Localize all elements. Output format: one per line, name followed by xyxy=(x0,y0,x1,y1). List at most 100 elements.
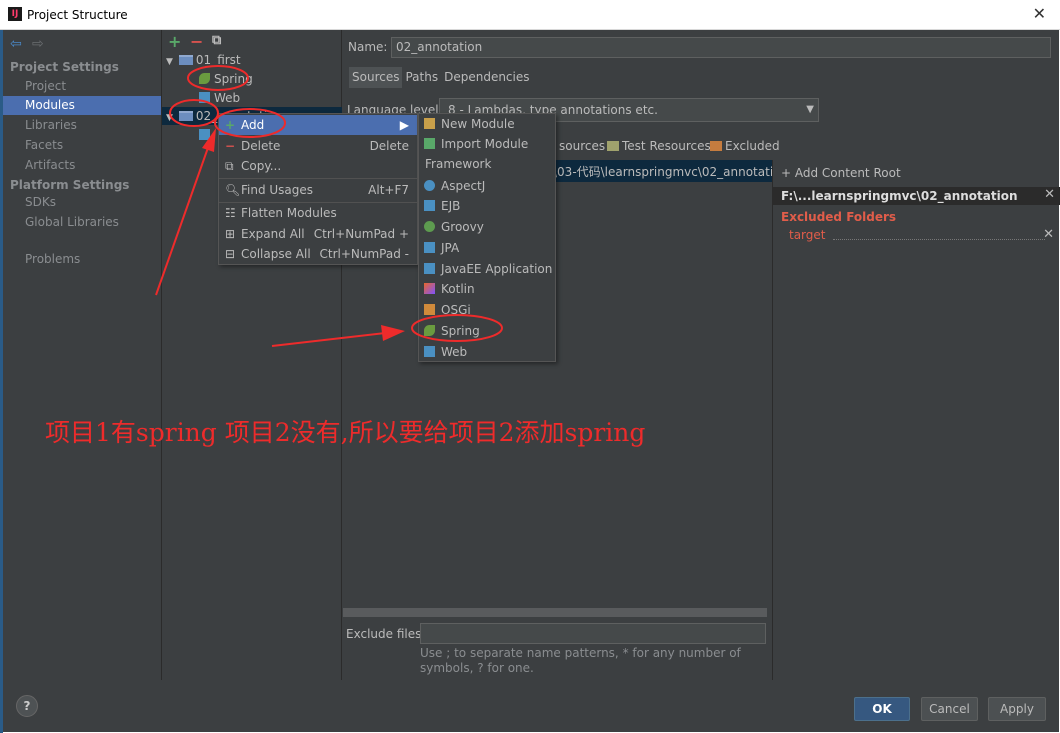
exclude-files-input[interactable] xyxy=(420,623,766,644)
tab-sources[interactable]: Sources xyxy=(349,67,403,88)
content-roots-panel: + Add Content Root F:\...learnspringmvc\… xyxy=(772,160,1060,680)
menu-shortcut: Ctrl+NumPad - xyxy=(319,247,410,261)
web-facet-icon xyxy=(424,346,435,357)
mark-resources[interactable]: sources xyxy=(559,139,605,153)
javaee-icon xyxy=(424,263,435,274)
tab-paths[interactable]: Paths xyxy=(402,67,441,88)
menu-label: Collapse All xyxy=(241,247,311,261)
add-module-icon[interactable]: + xyxy=(168,32,181,51)
menu-item-expand-all[interactable]: ⊞ Expand All Ctrl+NumPad + xyxy=(219,224,417,244)
context-menu: + Add ▶ − Delete Delete ⧉ Copy... 🔍︎ Fin… xyxy=(218,113,418,265)
tree-row-web[interactable]: Web xyxy=(199,89,240,107)
menu-label: Spring xyxy=(441,324,480,338)
mark-label: Test Resources xyxy=(622,139,711,153)
collapse-all-icon: ⊟ xyxy=(225,247,236,261)
module-name-input[interactable]: 02_annotation xyxy=(391,37,1051,58)
forward-arrow-icon[interactable]: ⇨ xyxy=(32,36,44,52)
menu-item-add[interactable]: + Add ▶ xyxy=(219,115,417,135)
web-facet-icon xyxy=(199,129,210,140)
module-folder-icon xyxy=(178,55,193,65)
menu-label: Add xyxy=(241,118,265,132)
nav-item-global-libraries[interactable]: Global Libraries xyxy=(3,213,161,232)
menu-item-delete[interactable]: − Delete Delete xyxy=(219,136,417,156)
window-title: Project Structure xyxy=(27,8,128,22)
submenu-aspectj[interactable]: AspectJ xyxy=(419,176,555,196)
remove-module-icon[interactable]: − xyxy=(190,32,203,51)
tree-label: Spring xyxy=(214,72,253,86)
apply-button[interactable]: Apply xyxy=(988,697,1046,721)
nav-item-facets[interactable]: Facets xyxy=(3,136,161,155)
menu-label: New Module xyxy=(441,117,515,131)
help-button[interactable]: ? xyxy=(16,695,38,717)
expand-arrow-icon[interactable]: ▼ xyxy=(166,57,173,67)
tree-label: Web xyxy=(214,91,241,105)
menu-label: Web xyxy=(441,345,468,359)
back-arrow-icon[interactable]: ⇦ xyxy=(10,36,22,52)
nav-item-libraries[interactable]: Libraries xyxy=(3,116,161,135)
groovy-icon xyxy=(424,221,435,232)
remove-excluded-icon[interactable]: ✕ xyxy=(1043,227,1054,242)
menu-shortcut: Ctrl+NumPad + xyxy=(313,227,409,241)
remove-root-icon[interactable]: ✕ xyxy=(1044,187,1055,202)
menu-item-find-usages[interactable]: 🔍︎ Find Usages Alt+F7 xyxy=(219,180,417,200)
test-resources-icon xyxy=(607,141,619,151)
tree-row-01-first[interactable]: ▼ 01_first xyxy=(166,51,241,69)
submenu-new-module[interactable]: New Module xyxy=(419,114,555,134)
jpa-icon xyxy=(424,242,435,253)
nav-item-sdks[interactable]: SDKs xyxy=(3,193,161,212)
content-root-header: F:\...learnspringmvc\02_annotation ✕ xyxy=(773,187,1060,205)
tree-row-spring[interactable]: Spring xyxy=(199,70,253,88)
nav-item-project[interactable]: Project xyxy=(3,77,161,96)
submenu-jpa[interactable]: JPA xyxy=(419,238,555,258)
submenu-spring[interactable]: Spring xyxy=(419,321,555,341)
horizontal-scrollbar[interactable] xyxy=(343,608,767,617)
menu-shortcut: Delete xyxy=(369,139,409,153)
search-icon: 🔍︎ xyxy=(225,183,241,197)
menu-item-copy[interactable]: ⧉ Copy... xyxy=(219,156,417,176)
menu-label: Flatten Modules xyxy=(241,206,337,220)
tab-dependencies[interactable]: Dependencies xyxy=(441,67,532,88)
exclude-files-label: Exclude files: xyxy=(346,627,426,641)
excluded-folders-title: Excluded Folders xyxy=(781,210,897,224)
annotation-caption: 项目1有spring 项目2没有,所以要给项目2添加spring xyxy=(45,418,646,447)
menu-label: Groovy xyxy=(441,220,484,234)
submenu-web[interactable]: Web xyxy=(419,342,555,362)
mark-test-resources[interactable]: Test Resources xyxy=(607,139,711,153)
new-module-icon xyxy=(424,118,435,129)
menu-item-collapse-all[interactable]: ⊟ Collapse All Ctrl+NumPad - xyxy=(219,244,417,264)
expand-all-icon: ⊞ xyxy=(225,227,236,241)
settings-nav: ⇦ ⇨ Project Settings Project Modules Lib… xyxy=(3,30,162,680)
submenu-groovy[interactable]: Groovy xyxy=(419,217,555,237)
menu-item-flatten-modules[interactable]: ☷ Flatten Modules xyxy=(219,203,417,223)
dialog-footer: ? OK Cancel Apply xyxy=(3,680,1059,732)
osgi-icon xyxy=(424,304,435,315)
ok-button[interactable]: OK xyxy=(854,697,910,721)
submenu-import-module[interactable]: Import Module xyxy=(419,134,555,154)
menu-label: Find Usages xyxy=(241,183,314,197)
tree-row-02-child[interactable] xyxy=(199,126,214,144)
flatten-icon: ☷ xyxy=(225,206,236,220)
add-content-root-button[interactable]: + Add Content Root xyxy=(781,166,901,180)
cancel-button[interactable]: Cancel xyxy=(921,697,978,721)
copy-module-icon[interactable]: ⧉ xyxy=(212,33,221,48)
submenu-ejb[interactable]: EJB xyxy=(419,196,555,216)
framework-header: Framework xyxy=(425,157,492,171)
name-label: Name: xyxy=(348,40,388,54)
aspectj-icon xyxy=(424,180,435,191)
mark-excluded[interactable]: Excluded xyxy=(710,139,780,153)
submenu-javaee[interactable]: JavaEE Application xyxy=(419,259,555,279)
nav-item-problems[interactable]: Problems xyxy=(3,250,161,269)
module-tabs: Sources Paths Dependencies xyxy=(349,67,533,88)
menu-label: JavaEE Application xyxy=(441,262,553,276)
submenu-osgi[interactable]: OSGi xyxy=(419,300,555,320)
plus-icon: + xyxy=(225,118,236,132)
submenu-kotlin[interactable]: Kotlin xyxy=(419,279,555,299)
close-window-button[interactable]: ✕ xyxy=(1033,4,1046,23)
spring-leaf-icon xyxy=(199,73,210,84)
title-bar: IJ Project Structure ✕ xyxy=(0,0,1060,30)
expand-arrow-icon[interactable]: ▼ xyxy=(166,113,173,123)
nav-item-modules[interactable]: Modules xyxy=(3,96,161,115)
add-submenu: New Module Import Module Framework Aspec… xyxy=(418,113,556,362)
nav-item-artifacts[interactable]: Artifacts xyxy=(3,156,161,175)
excluded-folder-icon xyxy=(710,141,722,151)
